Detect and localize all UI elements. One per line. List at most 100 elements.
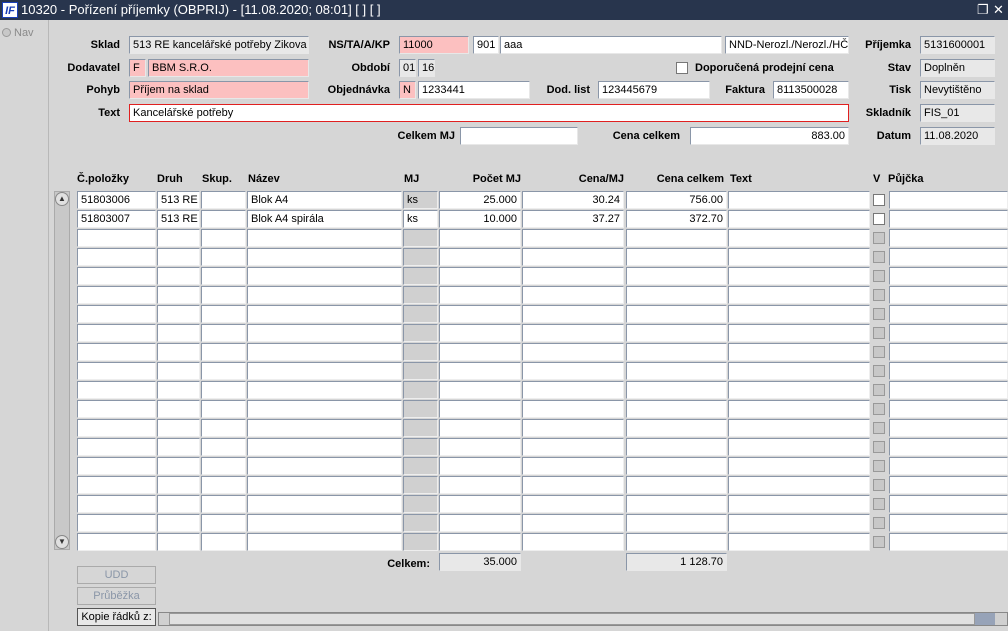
cell-nazev[interactable] [247,381,402,399]
cell-nazev[interactable] [247,495,402,513]
cell-polozka[interactable] [77,381,156,399]
cell-cena-mj[interactable] [522,324,624,342]
cell-pocet[interactable] [439,438,521,456]
cell-text[interactable] [728,362,870,380]
cell-skup[interactable] [201,229,246,247]
scroll-down-icon[interactable]: ▼ [55,535,69,549]
cell-text[interactable] [728,267,870,285]
cell-skup[interactable] [201,248,246,266]
cell-mj[interactable] [403,381,438,399]
cell-cena-mj[interactable]: 30.24 [522,191,624,209]
cell-cena-celkem[interactable]: 756.00 [626,191,727,209]
cell-pujcka[interactable] [889,305,1008,323]
cell-cena-celkem[interactable] [626,229,727,247]
cell-cena-celkem[interactable] [626,267,727,285]
cell-skup[interactable] [201,533,246,551]
cell-pocet[interactable] [439,229,521,247]
sklad-field[interactable]: 513 RE kancelářské potřeby Zikova [129,36,309,54]
cell-cena-celkem[interactable] [626,305,727,323]
cell-pocet[interactable] [439,495,521,513]
cell-mj[interactable] [403,248,438,266]
obdobi-month-field[interactable]: 01 [399,59,416,77]
horizontal-scrollbar[interactable] [158,612,1008,626]
cell-skup[interactable] [201,362,246,380]
doporucena-checkbox[interactable] [676,62,688,74]
cell-skup[interactable] [201,210,246,228]
faktura-field[interactable]: 8113500028 [773,81,849,99]
cell-cena-mj[interactable] [522,362,624,380]
cell-polozka[interactable] [77,248,156,266]
cell-text[interactable] [728,457,870,475]
stav-field[interactable]: Doplněn [920,59,995,77]
cell-text[interactable] [728,210,870,228]
cell-nazev[interactable] [247,229,402,247]
cell-pocet[interactable]: 10.000 [439,210,521,228]
cell-druh[interactable] [157,324,200,342]
cell-nazev[interactable] [247,286,402,304]
obdobi-year-field[interactable]: 16 [418,59,435,77]
cell-pujcka[interactable] [889,267,1008,285]
cell-pujcka[interactable] [889,381,1008,399]
cell-pujcka[interactable] [889,438,1008,456]
cell-nazev[interactable] [247,362,402,380]
objednavka-flag-field[interactable]: N [399,81,416,99]
kp-field[interactable]: NND-Nerozl./Nerozl./HČ-D [725,36,849,54]
row-v-checkbox[interactable] [873,232,885,244]
cell-mj[interactable] [403,267,438,285]
cell-polozka[interactable]: 51803006 [77,191,156,209]
cell-cena-celkem[interactable] [626,381,727,399]
cell-cena-celkem[interactable] [626,286,727,304]
close-icon[interactable]: ✕ [993,0,1004,20]
cell-skup[interactable] [201,438,246,456]
cell-text[interactable] [728,286,870,304]
cell-druh[interactable] [157,438,200,456]
cell-pujcka[interactable] [889,286,1008,304]
cell-skup[interactable] [201,476,246,494]
cell-cena-mj[interactable]: 37.27 [522,210,624,228]
row-v-checkbox[interactable] [873,365,885,377]
cell-skup[interactable] [201,381,246,399]
cell-druh[interactable] [157,362,200,380]
skladnik-field[interactable]: FIS_01 [920,104,995,122]
cell-pocet[interactable] [439,476,521,494]
cell-polozka[interactable] [77,229,156,247]
cell-druh[interactable] [157,381,200,399]
cell-skup[interactable] [201,457,246,475]
cell-pocet[interactable] [439,324,521,342]
cell-text[interactable] [728,248,870,266]
cell-polozka[interactable] [77,305,156,323]
cell-skup[interactable] [201,191,246,209]
cell-druh[interactable] [157,286,200,304]
cell-polozka[interactable] [77,457,156,475]
cell-pujcka[interactable] [889,248,1008,266]
cell-pocet[interactable] [439,248,521,266]
dodavatel-code-field[interactable]: F [129,59,146,77]
table-vertical-scrollbar[interactable]: ▲ ▼ [54,191,70,550]
row-v-checkbox[interactable] [873,517,885,529]
cell-cena-mj[interactable] [522,343,624,361]
row-v-checkbox[interactable] [873,251,885,263]
cell-nazev[interactable] [247,400,402,418]
cell-cena-celkem[interactable] [626,400,727,418]
pohyb-field[interactable]: Příjem na sklad [129,81,309,99]
cell-text[interactable] [728,514,870,532]
celkem-mj-field[interactable] [460,127,578,145]
row-v-checkbox[interactable] [873,289,885,301]
cell-mj[interactable] [403,457,438,475]
cell-druh[interactable] [157,267,200,285]
cell-nazev[interactable] [247,267,402,285]
row-v-checkbox[interactable] [873,194,885,206]
cell-skup[interactable] [201,419,246,437]
cell-skup[interactable] [201,400,246,418]
cell-cena-celkem[interactable] [626,457,727,475]
scroll-up-icon[interactable]: ▲ [55,192,69,206]
cell-pocet[interactable] [439,400,521,418]
cell-cena-celkem[interactable] [626,419,727,437]
nav-radio[interactable]: Nav [2,27,34,39]
cell-text[interactable] [728,533,870,551]
cell-skup[interactable] [201,343,246,361]
cell-nazev[interactable] [247,343,402,361]
cell-polozka[interactable] [77,286,156,304]
text-field[interactable]: Kancelářské potřeby [129,104,849,122]
cell-pocet[interactable] [439,533,521,551]
